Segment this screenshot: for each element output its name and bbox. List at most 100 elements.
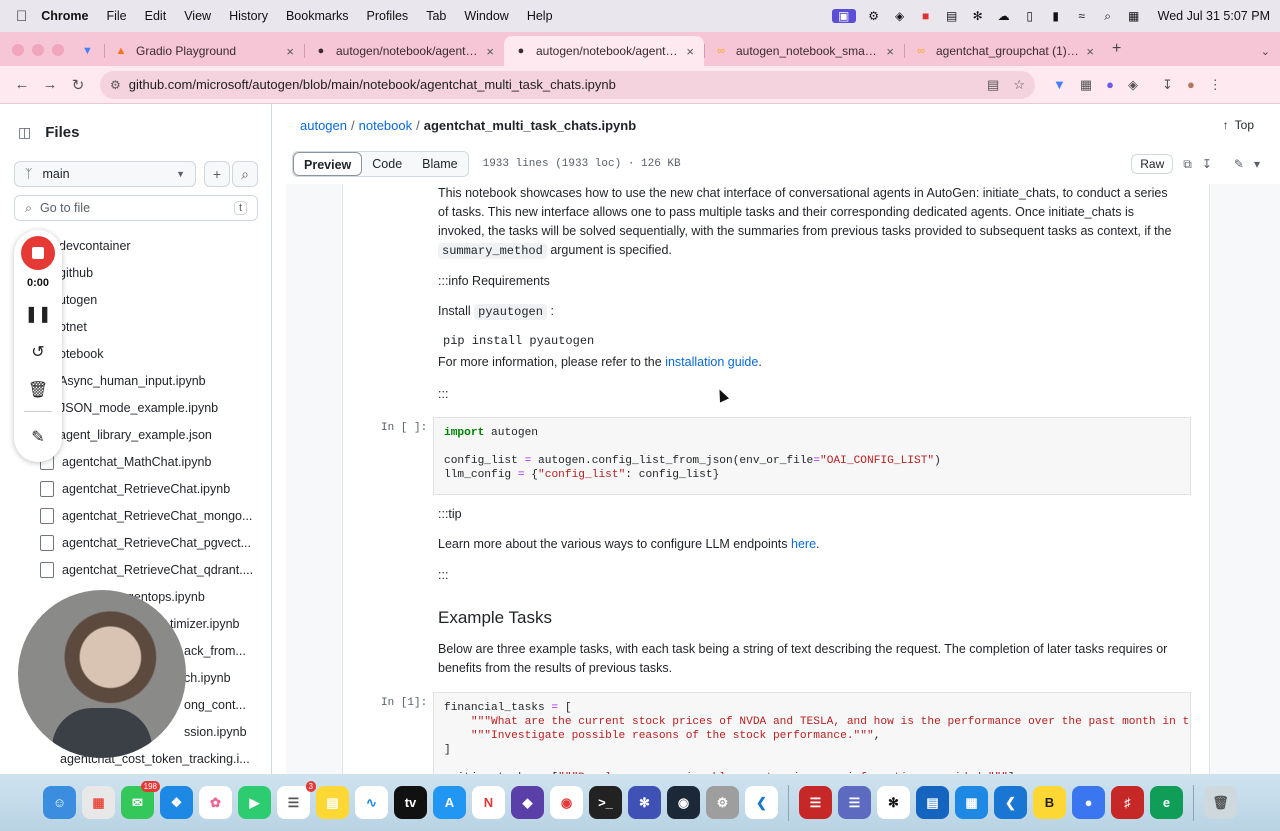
launchpad-icon[interactable]: ▦ — [82, 786, 115, 819]
tab-search-chevron-icon[interactable]: ⌄ — [1261, 45, 1270, 58]
tab-code[interactable]: Code — [362, 152, 413, 176]
menu-file[interactable]: File — [106, 9, 126, 23]
tab-colab-2[interactable]: ∞ agentchat_groupchat (1).ipyn × — [904, 36, 1104, 66]
stack-app-icon[interactable]: ☰ — [799, 786, 832, 819]
minimize-window-button[interactable] — [32, 44, 44, 56]
puzzle-icon[interactable]: ◈ — [892, 9, 908, 23]
collapse-sidebar-icon[interactable]: ◫ — [18, 124, 31, 141]
back-icon[interactable]: ← — [8, 71, 36, 99]
notebook-viewport[interactable]: This notebook showcases how to use the n… — [286, 184, 1280, 774]
v-extension-icon[interactable]: ▼ — [1053, 77, 1066, 92]
tab-github-1[interactable]: ● autogen/notebook/agentchat × — [304, 36, 504, 66]
tab-colab-1[interactable]: ∞ autogen_notebook_smash.ip × — [704, 36, 904, 66]
display-icon[interactable]: ▤ — [944, 9, 960, 23]
zoom-window-button[interactable] — [52, 44, 64, 56]
search-files-button[interactable]: ⌕ — [232, 161, 258, 187]
here-link[interactable]: here — [791, 537, 816, 551]
tree-item-file[interactable]: agentchat_RetrieveChat_qdrant.... — [0, 556, 270, 583]
trash-icon[interactable]: 🗑 — [1204, 786, 1237, 819]
control-center-icon[interactable]: ▦ — [1126, 9, 1142, 23]
circle-extension-icon[interactable]: ● — [1106, 77, 1114, 92]
gear-icon[interactable]: ⚙ — [866, 9, 882, 23]
url-text[interactable]: github.com/microsoft/autogen/blob/main/n… — [129, 77, 973, 92]
apple-icon[interactable]:  — [16, 8, 27, 25]
obsidian-icon[interactable]: ◆ — [511, 786, 544, 819]
installation-guide-link[interactable]: installation guide — [665, 355, 758, 369]
go-to-file-input[interactable]: ⌕ Go to file t — [14, 195, 258, 221]
chatgpt-icon[interactable]: ✻ — [877, 786, 910, 819]
menu-view[interactable]: View — [184, 9, 211, 23]
appletv-icon[interactable]: tv — [394, 786, 427, 819]
system-settings-icon[interactable]: ⚙ — [706, 786, 739, 819]
photos-icon[interactable]: ✿ — [199, 786, 232, 819]
grid-extension-icon[interactable]: ▦ — [1080, 77, 1092, 93]
windows-app-icon[interactable]: ▦ — [955, 786, 988, 819]
pause-icon[interactable]: ❚❚ — [25, 301, 52, 327]
finder-icon[interactable]: ☺ — [43, 786, 76, 819]
breadcrumb-folder[interactable]: notebook — [359, 118, 413, 133]
tower-icon[interactable]: ♯ — [1111, 786, 1144, 819]
address-bar[interactable]: ⚙ github.com/microsoft/autogen/blob/main… — [100, 70, 1035, 99]
tree-item-file[interactable]: agentchat_RetrieveChat_pgvect... — [0, 529, 270, 556]
trash-icon[interactable]: 🗑 — [28, 377, 48, 403]
signal-icon[interactable]: ● — [1072, 786, 1105, 819]
tab-github-active[interactable]: ● autogen/notebook/agentchat × — [504, 36, 704, 66]
download-icon[interactable]: ↧ — [1162, 77, 1173, 93]
close-tab-icon[interactable]: × — [886, 44, 894, 59]
tab-pinned[interactable]: ▼ — [76, 36, 104, 66]
search-icon[interactable]: ⌕ — [1100, 9, 1116, 23]
phone-icon[interactable]: ▯ — [1022, 9, 1038, 23]
menu-bookmarks[interactable]: Bookmarks — [286, 9, 349, 23]
raw-button[interactable]: Raw — [1131, 154, 1174, 174]
terminal-icon[interactable]: >_ — [589, 786, 622, 819]
clipboard-app-icon[interactable]: ✻ — [628, 786, 661, 819]
menu-app-name[interactable]: Chrome — [41, 9, 88, 23]
bear-icon[interactable]: B — [1033, 786, 1066, 819]
webcam-bubble[interactable] — [18, 590, 186, 758]
reminders-icon[interactable]: ☰ 3 — [277, 781, 316, 819]
extensions-puzzle-icon[interactable]: ◈ — [1128, 77, 1138, 93]
preview-icon[interactable]: ▤ — [916, 786, 949, 819]
add-file-button[interactable]: + — [204, 161, 230, 187]
chrome-icon[interactable]: ◉ — [550, 786, 583, 819]
code-cell-2[interactable]: financial_tasks = [ """What are the curr… — [433, 692, 1191, 774]
openai-icon[interactable]: ✻ — [970, 9, 986, 23]
menu-profiles[interactable]: Profiles — [367, 9, 409, 23]
safari-icon[interactable]: ❖ — [160, 786, 193, 819]
close-tab-icon[interactable]: × — [686, 44, 694, 59]
freeform-icon[interactable]: ∿ — [355, 786, 388, 819]
news-icon[interactable]: N — [472, 786, 505, 819]
reload-icon[interactable]: ↻ — [64, 71, 92, 99]
profile-avatar-icon[interactable]: ● — [1187, 77, 1195, 92]
close-tab-icon[interactable]: × — [486, 44, 494, 59]
new-tab-icon[interactable]: + — [1112, 40, 1121, 58]
tab-preview[interactable]: Preview — [293, 152, 363, 176]
forward-icon[interactable]: → — [36, 71, 64, 99]
breadcrumb-repo[interactable]: autogen — [300, 118, 347, 133]
close-window-button[interactable] — [12, 44, 24, 56]
vscode-icon[interactable]: ❮ — [745, 786, 778, 819]
appstore-icon[interactable]: A — [433, 786, 466, 819]
more-menu-icon[interactable]: ⋮ — [1209, 77, 1222, 93]
text-app-icon[interactable]: ☰ — [838, 786, 871, 819]
menu-edit[interactable]: Edit — [145, 9, 167, 23]
messages-icon[interactable]: ✉ 198 — [121, 781, 160, 819]
tree-item-file[interactable]: agentchat_RetrieveChat.ipynb — [0, 475, 270, 502]
wifi-icon[interactable]: ≈ — [1074, 9, 1090, 23]
pen-icon[interactable]: ✎ — [31, 424, 44, 450]
edit-pencil-icon[interactable]: ✎ — [1234, 157, 1244, 171]
bookmark-star-icon[interactable]: ☆ — [1013, 77, 1025, 93]
tab-gradio[interactable]: ▲ Gradio Playground × — [104, 36, 304, 66]
restart-icon[interactable]: ↺ — [31, 339, 44, 365]
top-button[interactable]: ↑ Top — [1223, 118, 1254, 132]
screen-record-icon[interactable]: ▣ — [831, 9, 856, 23]
menubar-clock[interactable]: Wed Jul 31 5:07 PM — [1158, 9, 1270, 23]
calendar-badge-icon[interactable]: ■ — [918, 9, 934, 23]
notes-icon[interactable]: ▤ — [316, 786, 349, 819]
facetime-icon[interactable]: ▶ — [238, 786, 271, 819]
close-tab-icon[interactable]: × — [286, 44, 294, 59]
stop-recording-button[interactable] — [21, 236, 55, 270]
branch-selector[interactable]: ᛉ main ▼ — [14, 161, 196, 187]
code-cell-1[interactable]: import autogen config_list = autogen.con… — [433, 417, 1191, 495]
copy-icon[interactable]: ⧉ — [1183, 157, 1192, 172]
